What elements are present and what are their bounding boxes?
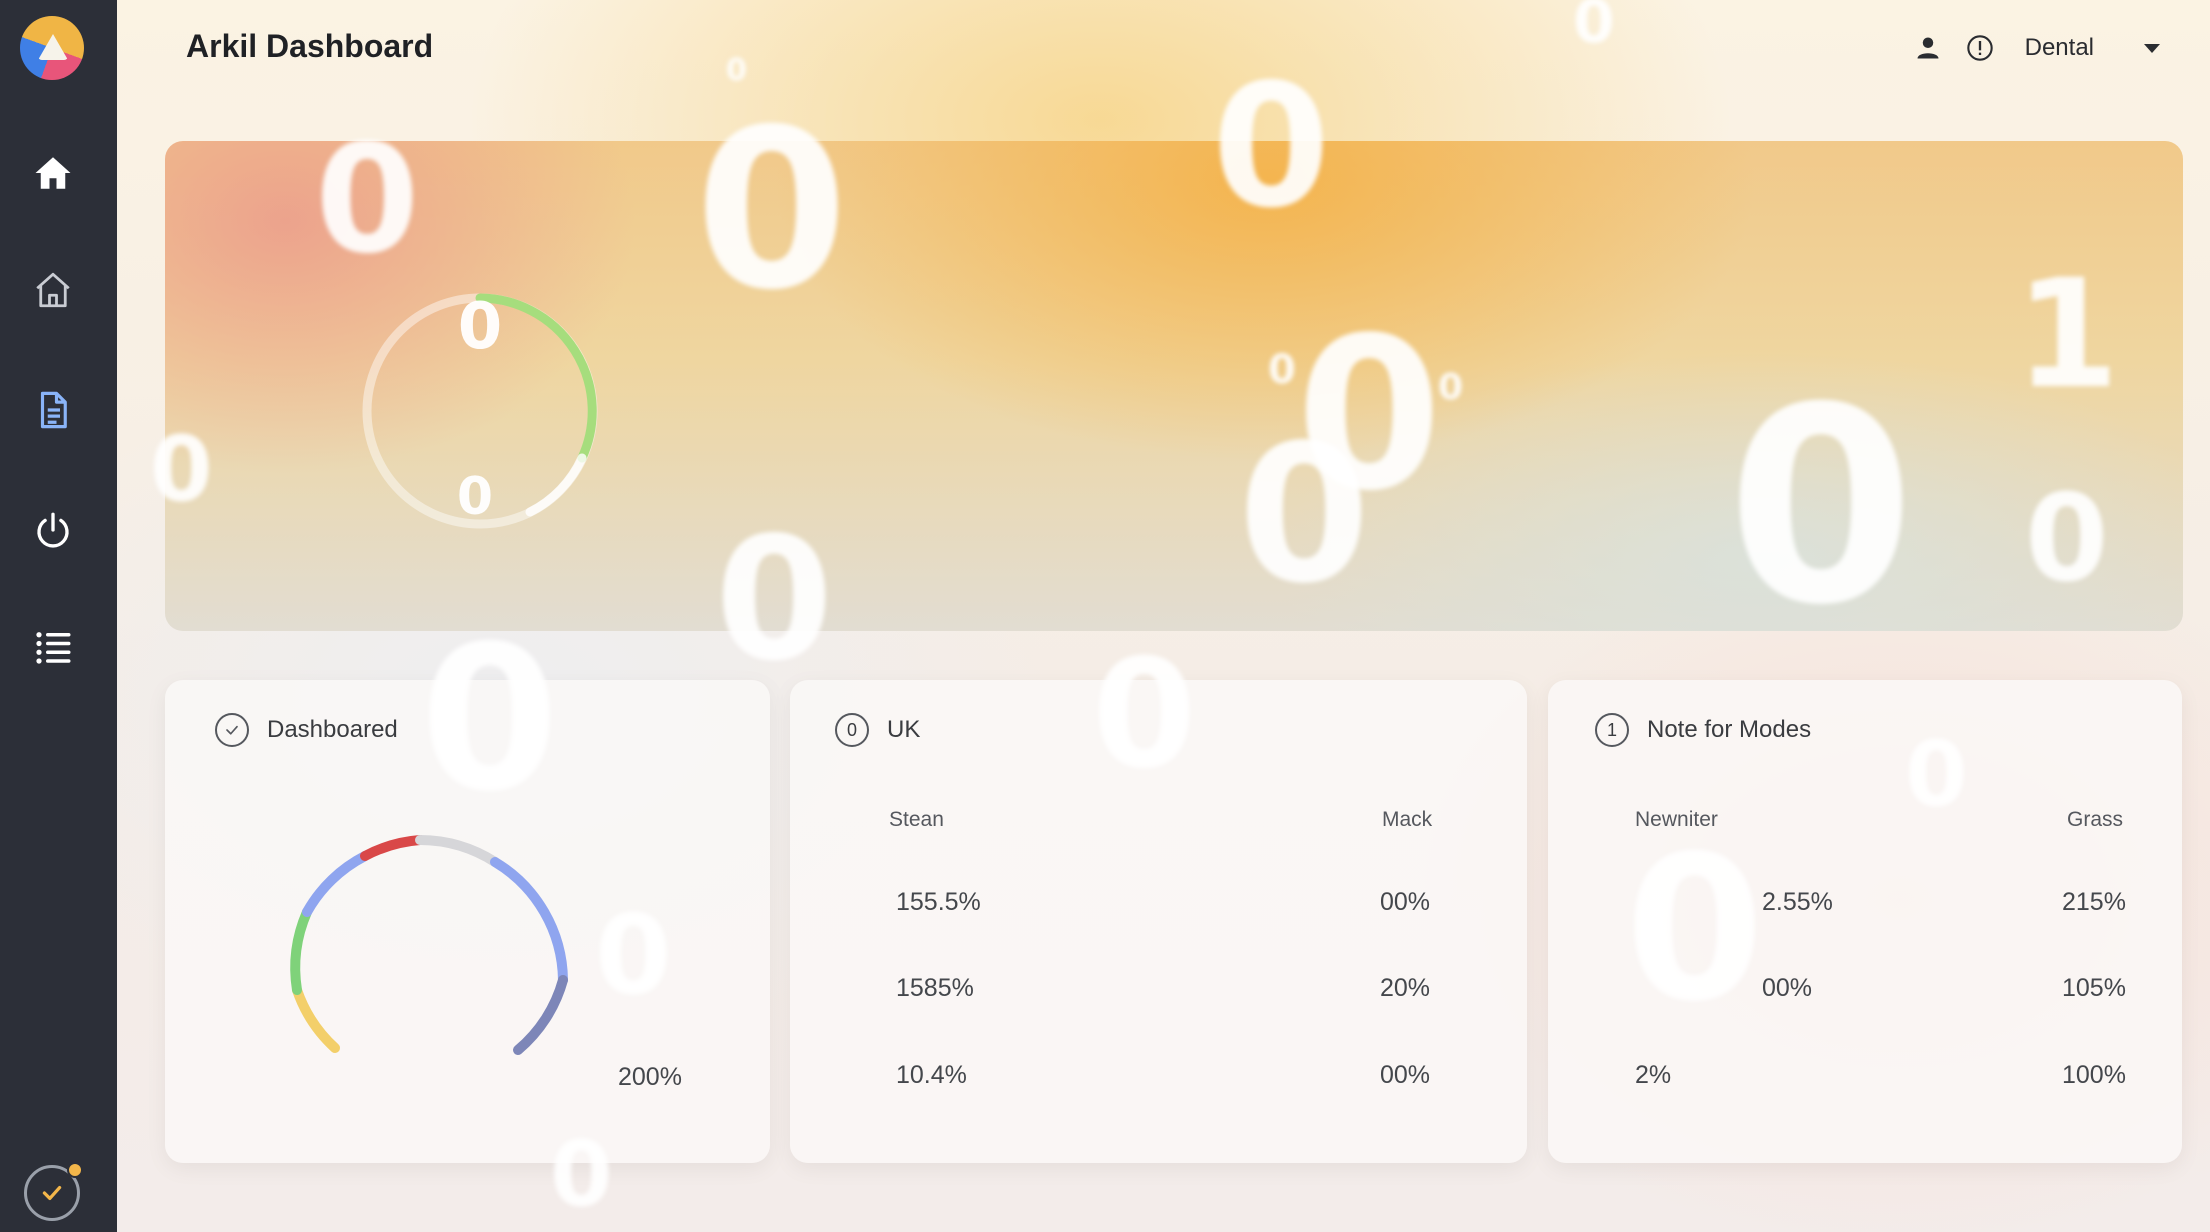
table-cell: 2% (1635, 1061, 1672, 1089)
bg-digit: 0 (1727, 349, 1915, 664)
notes-col-grass: Grass (2067, 808, 2124, 831)
table-cell: 00% (1762, 974, 1813, 1002)
notes-badge: 1 (1595, 713, 1629, 747)
user-icon[interactable] (1913, 33, 1943, 63)
table-cell: 20% (1380, 974, 1431, 1002)
table-cell: 100% (2062, 1061, 2126, 1089)
dashboard-gauge-value: 200% (618, 1063, 682, 1091)
bg-digit: 0 (1238, 404, 1371, 625)
dashboard-card-title: Dashboared (267, 716, 398, 743)
table-cell: 215% (2062, 888, 2126, 916)
table-cell: 105% (2062, 974, 2126, 1002)
bg-digit: 0 (695, 82, 849, 338)
bg-digit: 0 (1092, 628, 1197, 802)
bg-digit: 0 (1573, 0, 1615, 57)
hero-ring-label-bottom: 0 (457, 467, 493, 527)
table-cell: 00% (1380, 1061, 1431, 1089)
hero-progress-ring: 0 0 (362, 290, 598, 529)
header-toolbar: Dental (1913, 28, 2160, 68)
document-icon[interactable] (28, 385, 78, 435)
checkmark-icon (42, 1185, 62, 1201)
dashboard-gauge (290, 835, 568, 1055)
uk-col-stean: Stean (889, 808, 944, 831)
home-filled-icon[interactable] (28, 148, 78, 198)
list-icon[interactable] (28, 622, 78, 672)
bg-digit: 0 (595, 891, 672, 1019)
bg-digit: 0 (1268, 347, 1296, 393)
dashboard-card-header: Dashboared (215, 713, 398, 747)
bg-digit: 0 (2025, 470, 2109, 609)
app-logo[interactable] (20, 16, 84, 80)
uk-card-header: 0 UK (835, 713, 920, 747)
bg-digit: 0 (550, 1122, 613, 1227)
table-cell: 10.4% (896, 1061, 967, 1089)
home-outline-icon[interactable] (28, 265, 78, 315)
uk-card-title: UK (887, 716, 921, 743)
info-icon[interactable] (1965, 33, 1995, 63)
bg-digit: 1 (2015, 248, 2120, 422)
notification-dot (67, 1162, 83, 1178)
notes-card-title: Note for Modes (1647, 716, 1812, 743)
bg-digit: 0 (1625, 813, 1765, 1046)
page-title: Arkil Dashboard (186, 28, 434, 64)
uk-badge: 0 (835, 713, 869, 747)
table-cell: 1585% (896, 974, 974, 1002)
bg-digit: 0 (1905, 722, 1968, 827)
chevron-down-icon (2144, 43, 2160, 53)
power-icon[interactable] (28, 505, 78, 555)
bg-digit: 0 (715, 501, 834, 699)
notes-card-header: 1 Note for Modes (1595, 713, 1811, 747)
uk-col-mack: Mack (1382, 808, 1433, 831)
bg-digit: 0 (150, 417, 213, 522)
department-select[interactable]: Dental (2025, 34, 2160, 62)
table-cell: 2.55% (1762, 888, 1833, 916)
status-check-button[interactable] (24, 1162, 83, 1221)
bg-digit: 0 (1212, 48, 1331, 246)
bg-digit: 0 (315, 113, 420, 287)
department-select-value: Dental (2024, 34, 2094, 61)
hero-ring-label-top: 0 (458, 290, 503, 364)
check-circle-icon (215, 713, 249, 747)
sidebar (0, 0, 117, 1232)
table-cell: 00% (1380, 888, 1431, 916)
table-cell: 155.5% (896, 888, 981, 916)
bg-digit: 0 (420, 603, 560, 836)
